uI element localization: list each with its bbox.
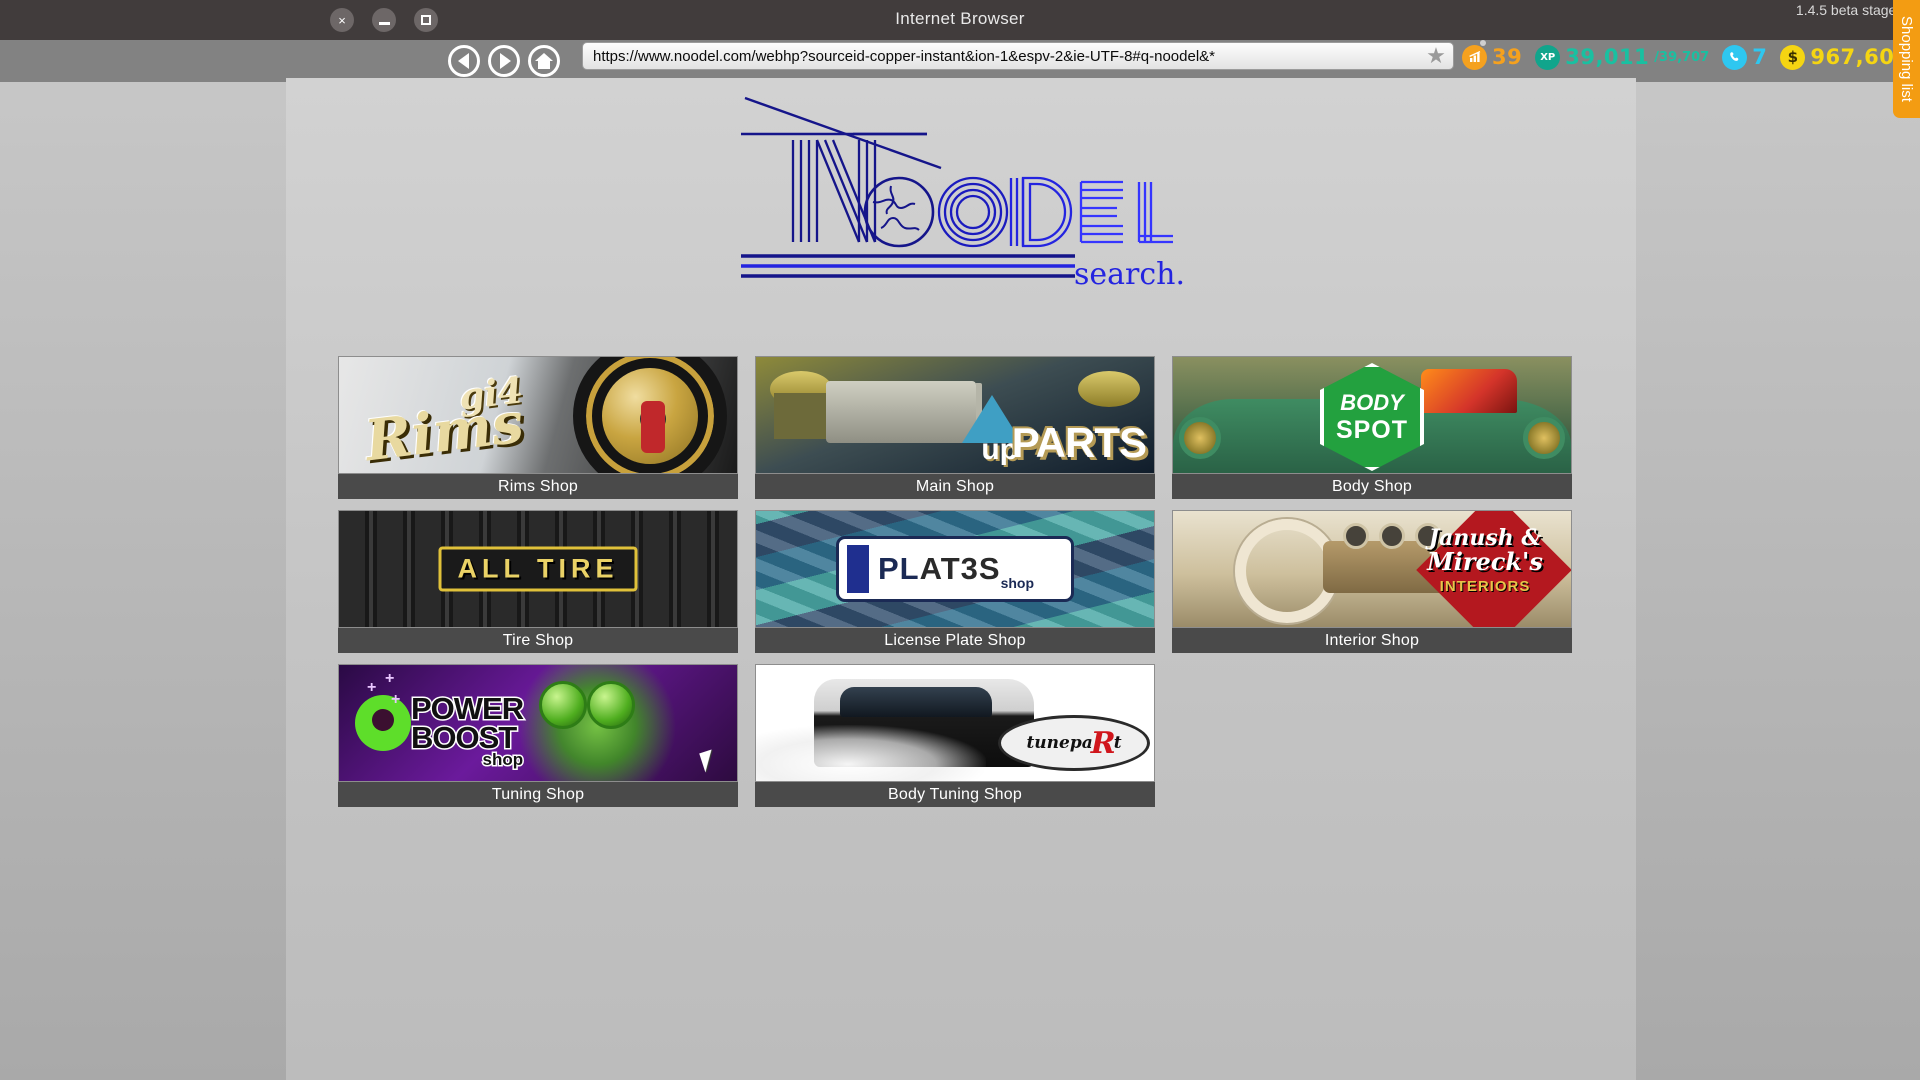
tire-brand-primary: ALL TIRE [457,553,619,584]
power-boost-logo-text: POWER BOOST shop [409,692,525,770]
all-tire-logo: ALL TIRE [438,546,638,592]
xp-badge-text: XP [1540,51,1556,63]
phone-value: 7 [1752,45,1768,69]
url-input[interactable]: https://www.noodel.com/webhp?sourceid-co… [583,48,1419,65]
hud-xp: XP 39,011 /39,707 [1535,44,1710,70]
headlight-left-graphic [1179,417,1221,459]
hud-phone: 7 [1722,44,1768,70]
car-window-graphic [1421,369,1517,413]
body-brand-secondary: BODY [1340,389,1404,415]
shop-tile-license-plate[interactable]: PL AT3S shop License Plate Shop [755,510,1155,653]
sparkle-plus-icon: + [367,679,377,696]
shopping-list-label: Shopping list [1898,16,1915,102]
body-tuning-brand-quaternary: tune [1026,733,1070,753]
home-icon [535,53,553,69]
shop-tile-tuning[interactable]: + + + POWER BOOST shop Tuning Shop [338,664,738,807]
body-tuning-brand-primary: pa [1069,733,1093,753]
shop-tile-rims[interactable]: gi4 Rims Rims Shop [338,356,738,499]
phone-icon [1722,44,1748,70]
interiors-logo-text: Janush & Mireck's INTERIORS [1405,525,1565,596]
gauge-dial-graphic [1343,523,1369,549]
valve-cover-right-graphic [1078,371,1140,407]
interior-brand-secondary: Mireck's [1427,547,1543,576]
home-button[interactable] [528,45,560,77]
rims-banner-image: gi4 Rims [338,356,738,474]
forward-button[interactable] [488,45,520,77]
interior-brand-tertiary: INTERIORS [1439,578,1531,595]
plate-brand-secondary: PL [878,551,920,586]
engine-block-graphic [826,381,976,443]
valve-cover-left-graphic [770,371,832,407]
shop-tile-label: Tuning Shop [338,782,738,807]
xp-max-value: /39,707 [1654,49,1710,65]
money-icon: $ [1780,44,1806,70]
shop-tile-label: Body Tuning Shop [755,782,1155,807]
rims-brand-primary: Rims [361,389,528,474]
tuning-brand-secondary: BOOST [409,719,518,755]
money-badge-text: $ [1787,48,1799,66]
shop-tile-body-tuning[interactable]: tune pa R t Body Tuning Shop [755,664,1155,807]
back-arrow-icon [457,53,469,69]
sparkle-plus-icon: + [391,691,401,708]
desktop: × Internet Browser 1.4.5 beta stage 1 ht… [0,0,1920,1080]
tire-smoke-graphic [756,725,986,781]
plate-banner-image: PL AT3S shop [755,510,1155,628]
body-tuning-banner-image: tune pa R t [755,664,1155,782]
mouse-cursor-icon [699,749,718,773]
eu-plate-band-graphic [847,545,869,593]
player-stats-hud: 39 XP 39,011 /39,707 7 $ 967,608 [1462,39,1909,72]
shop-tile-label: License Plate Shop [755,628,1155,653]
shop-tile-body[interactable]: BODY SPOT Body Shop [1172,356,1572,499]
shopping-list-tab[interactable]: Shopping list [1893,0,1920,118]
hud-money: $ 967,608 [1780,44,1909,70]
logo-tagline: search. [1073,257,1185,292]
rear-window-graphic [840,687,992,717]
gauge-dial-graphic [1379,523,1405,549]
address-bar[interactable]: https://www.noodel.com/webhp?sourceid-co… [582,42,1454,70]
plate-brand-primary: AT3S [919,551,1001,586]
tuner-part-logo: tune pa R t [998,715,1150,771]
body-tuning-brand-tertiary: t [1113,733,1122,753]
brake-caliper-graphic [641,401,665,453]
shop-tile-label: Interior Shop [1172,628,1572,653]
bookmark-star-icon[interactable]: ★ [1419,43,1453,69]
shop-tile-main[interactable]: up PARTS Main Shop [755,356,1155,499]
plate-brand-tertiary: shop [1000,575,1035,591]
turbo-left-graphic [539,681,587,729]
xp-icon: XP [1535,44,1561,70]
interior-banner-image: Janush & Mireck's INTERIORS [1172,510,1572,628]
xp-value: 39,011 [1565,45,1650,69]
sparkle-plus-icon: + [385,670,395,687]
shop-tile-label: Body Shop [1172,474,1572,499]
body-tuning-brand-secondary: R [1090,725,1116,761]
parts-banner-image: up PARTS [755,356,1155,474]
level-value: 39 [1492,45,1523,69]
shop-tile-label: Main Shop [755,474,1155,499]
shop-tile-grid: gi4 Rims Rims Shop up PARTS Main Shop BO… [338,356,1578,807]
hud-level: 39 [1462,39,1523,70]
version-label: 1.4.5 beta stage 1 [1795,2,1908,18]
body-brand-primary: SPOT [1335,415,1409,444]
tuning-banner-image: + + + POWER BOOST shop [338,664,738,782]
turbo-right-graphic [587,681,635,729]
body-banner-image: BODY SPOT [1172,356,1572,474]
globe-icon [872,185,920,231]
headlight-right-graphic [1523,417,1565,459]
shop-tile-label: Tire Shop [338,628,738,653]
shop-tile-interior[interactable]: Janush & Mireck's INTERIORS Interior Sho… [1172,510,1572,653]
back-button[interactable] [448,45,480,77]
parts-brand-primary: PARTS [1011,419,1147,466]
window-titlebar: × Internet Browser 1.4.5 beta stage 1 [0,0,1920,40]
forward-arrow-icon [500,53,511,69]
power-boost-emblem [355,695,411,751]
page-viewport: search. gi4 Rims Rims Shop up PARTS Main… [286,78,1636,1080]
plates-logo: PL AT3S shop [836,536,1074,602]
tire-banner-image: ALL TIRE [338,510,738,628]
shop-tile-tire[interactable]: ALL TIRE Tire Shop [338,510,738,653]
noodel-logo: search. [731,90,1191,300]
window-title: Internet Browser [895,9,1025,28]
shop-tile-label: Rims Shop [338,474,738,499]
level-chart-icon [1462,39,1487,70]
